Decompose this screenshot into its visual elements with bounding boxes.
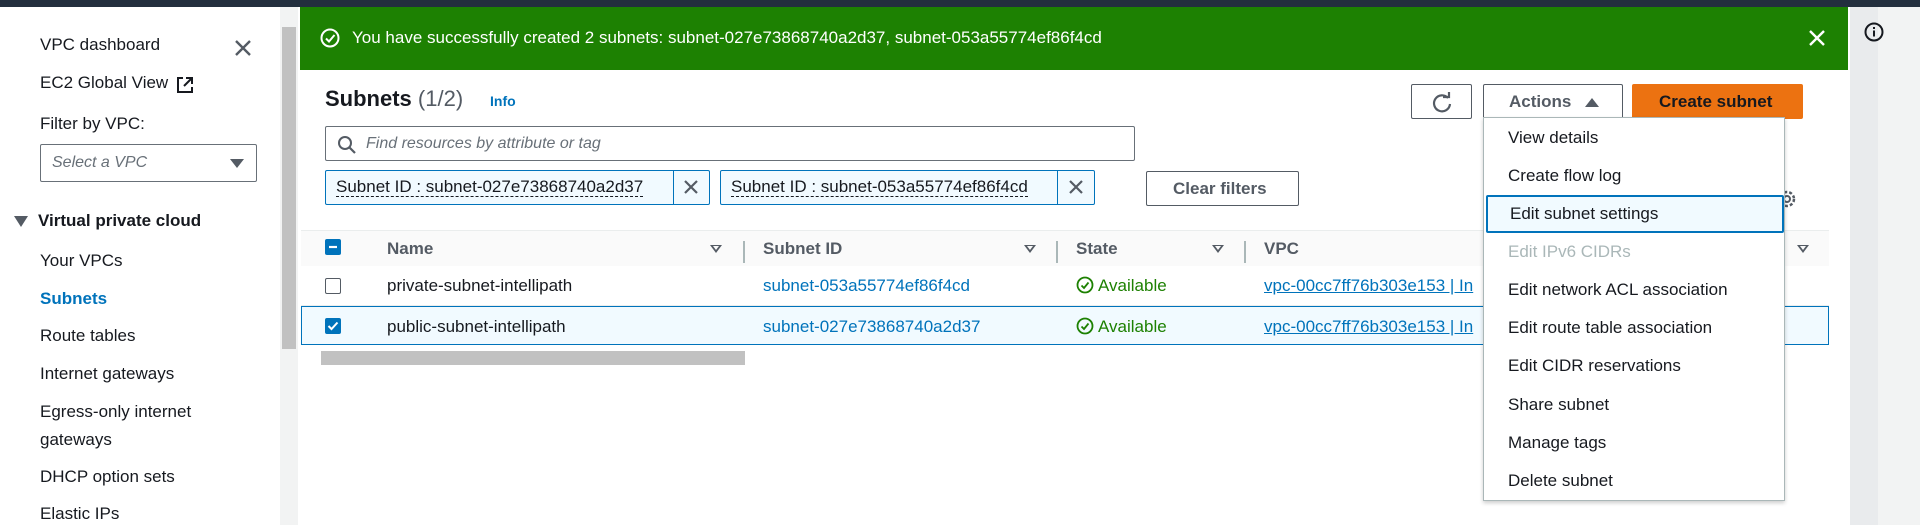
- checkmark-icon: [327, 321, 339, 331]
- actions-button-label: Actions: [1509, 92, 1572, 111]
- vpc-filter-placeholder: Select a VPC: [52, 154, 148, 171]
- sidebar-scrollbar[interactable]: [280, 7, 298, 525]
- caret-up-icon: [1585, 98, 1599, 107]
- cell-vpc-link[interactable]: vpc-00cc7ff76b303e153 | In: [1264, 276, 1473, 296]
- menu-item-label: Edit subnet settings: [1510, 204, 1659, 223]
- console-top-bar: [0, 0, 1920, 7]
- cell-name: public-subnet-intellipath: [387, 317, 566, 336]
- success-flash-banner: You have successfully created 2 subnets:…: [300, 7, 1848, 70]
- create-subnet-button[interactable]: Create subnet: [1632, 84, 1803, 119]
- indeterminate-icon: [329, 245, 337, 249]
- sidebar-scrollbar-thumb[interactable]: [282, 27, 296, 349]
- menu-item-edit-ipv6-cidrs: Edit IPv6 CIDRs: [1508, 242, 1631, 261]
- state-label: Available: [1098, 276, 1167, 295]
- sidebar-item-subnets[interactable]: Subnets: [40, 289, 107, 309]
- main-vertical-scrollbar[interactable]: [1831, 76, 1849, 376]
- flash-message: You have successfully created 2 subnets:…: [352, 28, 1102, 47]
- cell-state: Available: [1076, 276, 1167, 296]
- clear-filters-button[interactable]: Clear filters: [1146, 171, 1299, 206]
- column-header-subnet-id[interactable]: Subnet ID: [763, 239, 842, 259]
- column-header-vpc[interactable]: VPC: [1264, 239, 1299, 259]
- refresh-button[interactable]: [1411, 84, 1472, 119]
- menu-item-manage-tags[interactable]: Manage tags: [1508, 433, 1606, 453]
- caret-down-icon[interactable]: [14, 216, 28, 227]
- row-checkbox[interactable]: [325, 278, 341, 294]
- vpc-filter-select[interactable]: Select a VPC: [40, 144, 257, 182]
- column-resizer[interactable]: [743, 241, 745, 263]
- page-title-text: Subnets: [325, 86, 412, 111]
- column-resizer[interactable]: [1244, 241, 1246, 263]
- external-link-icon: [177, 77, 193, 93]
- refresh-icon: [1432, 92, 1452, 113]
- sidebar-item-internet-gateways[interactable]: Internet gateways: [40, 364, 174, 384]
- create-subnet-label: Create subnet: [1659, 92, 1773, 111]
- page-title: Subnets (1/2): [325, 86, 463, 112]
- column-header-state[interactable]: State: [1076, 239, 1118, 259]
- column-header-name[interactable]: Name: [387, 239, 433, 259]
- sidebar-item-route-tables[interactable]: Route tables: [40, 326, 135, 346]
- sidebar-item-egress-only-gateways[interactable]: Egress-only internet: [40, 402, 191, 422]
- state-label: Available: [1098, 317, 1167, 336]
- actions-dropdown-menu: View details Create flow log Edit subnet…: [1483, 117, 1785, 501]
- info-link[interactable]: Info: [490, 93, 516, 109]
- horizontal-scrollbar-thumb[interactable]: [321, 351, 745, 365]
- menu-item-edit-cidr-reservations[interactable]: Edit CIDR reservations: [1508, 356, 1681, 376]
- cell-subnet-id-link[interactable]: subnet-027e73868740a2d37: [763, 317, 980, 337]
- menu-item-share-subnet[interactable]: Share subnet: [1508, 395, 1609, 415]
- actions-button[interactable]: Actions: [1483, 84, 1623, 119]
- sidebar-item-ec2-global-view[interactable]: EC2 Global View: [40, 73, 168, 93]
- sidebar-item-egress-only-gateways-line2[interactable]: gateways: [40, 430, 112, 450]
- sort-caret-icon[interactable]: [1024, 245, 1036, 253]
- menu-item-view-details[interactable]: View details: [1508, 128, 1598, 148]
- sort-caret-icon[interactable]: [1212, 245, 1224, 253]
- menu-item-edit-subnet-settings[interactable]: Edit subnet settings: [1486, 195, 1784, 233]
- sidebar-nav: VPC dashboard EC2 Global View Filter by …: [0, 7, 280, 525]
- filter-token[interactable]: Subnet ID : subnet-053a55774ef86f4cd: [720, 170, 1095, 205]
- caret-down-icon: [230, 159, 244, 168]
- close-icon[interactable]: [232, 37, 254, 59]
- menu-item-edit-route-table-association[interactable]: Edit route table association: [1508, 318, 1712, 338]
- sidebar-item-vpc-dashboard[interactable]: VPC dashboard: [40, 35, 160, 55]
- search-placeholder: Find resources by attribute or tag: [366, 135, 601, 152]
- filter-token[interactable]: Subnet ID : subnet-027e73868740a2d37: [325, 170, 710, 205]
- clear-filters-label: Clear filters: [1173, 179, 1267, 198]
- cell-subnet-id-link[interactable]: subnet-053a55774ef86f4cd: [763, 276, 970, 296]
- sort-caret-icon[interactable]: [710, 245, 722, 253]
- cell-state: Available: [1076, 317, 1167, 337]
- cell-name: private-subnet-intellipath: [387, 276, 573, 295]
- selection-count: (1/2): [417, 86, 464, 111]
- sidebar-section-virtual-private-cloud[interactable]: Virtual private cloud: [38, 211, 201, 231]
- row-checkbox[interactable]: [325, 318, 341, 334]
- success-check-icon: [320, 28, 340, 48]
- remove-filter-icon[interactable]: [1067, 178, 1085, 196]
- menu-item-edit-network-acl-association[interactable]: Edit network ACL association: [1508, 280, 1728, 300]
- remove-filter-icon[interactable]: [682, 178, 700, 196]
- sidebar-item-elastic-ips[interactable]: Elastic IPs: [40, 504, 119, 524]
- select-all-checkbox[interactable]: [325, 239, 341, 255]
- sidebar-item-your-vpcs[interactable]: Your VPCs: [40, 251, 123, 271]
- filter-by-vpc-label: Filter by VPC:: [40, 114, 145, 133]
- filter-token-label: Subnet ID : subnet-027e73868740a2d37: [336, 177, 644, 197]
- cell-vpc-link[interactable]: vpc-00cc7ff76b303e153 | In: [1264, 317, 1473, 337]
- status-available-icon: [1076, 276, 1094, 294]
- menu-item-create-flow-log[interactable]: Create flow log: [1508, 166, 1621, 186]
- search-icon: [338, 136, 356, 154]
- filter-token-label: Subnet ID : subnet-053a55774ef86f4cd: [731, 177, 1028, 197]
- sidebar-item-dhcp-option-sets[interactable]: DHCP option sets: [40, 467, 175, 487]
- info-icon[interactable]: [1864, 22, 1884, 42]
- status-available-icon: [1076, 317, 1094, 335]
- search-input[interactable]: Find resources by attribute or tag: [325, 126, 1135, 161]
- menu-item-delete-subnet[interactable]: Delete subnet: [1508, 471, 1613, 491]
- token-divider: [1057, 171, 1058, 204]
- dismiss-close-icon[interactable]: [1807, 28, 1827, 48]
- token-divider: [673, 171, 674, 204]
- sort-caret-icon[interactable]: [1797, 245, 1809, 253]
- right-tools-rail: [1850, 7, 1878, 525]
- column-resizer[interactable]: [1056, 241, 1058, 263]
